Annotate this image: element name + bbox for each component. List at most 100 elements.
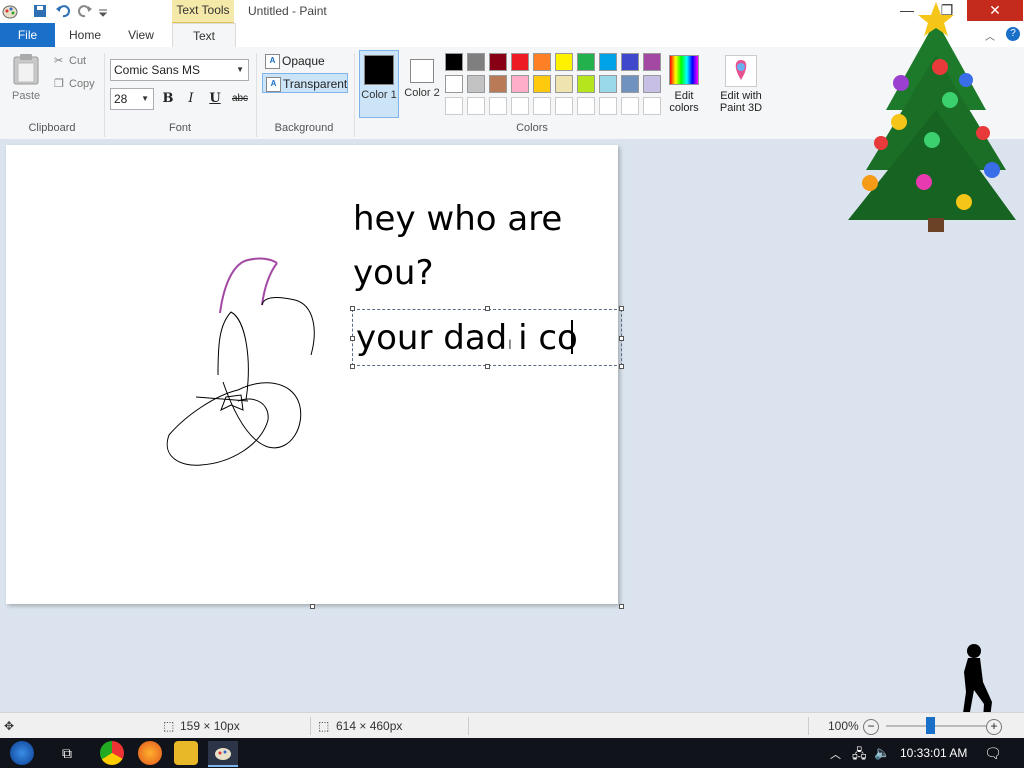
notifications-icon[interactable]: 🗨	[984, 745, 1002, 762]
palette-swatch[interactable]	[599, 53, 617, 71]
palette-swatch[interactable]	[467, 53, 485, 71]
edit-colors-icon[interactable]	[669, 55, 699, 85]
palette-swatch[interactable]	[555, 53, 573, 71]
palette-swatch[interactable]	[533, 75, 551, 93]
paste-button[interactable]: Paste	[12, 90, 40, 102]
custom-color-slot[interactable]	[489, 97, 507, 115]
palette-swatch[interactable]	[467, 75, 485, 93]
window-title: Untitled - Paint	[248, 4, 327, 18]
copy-label: Copy	[69, 78, 95, 90]
chevron-up-icon[interactable]: ︿	[830, 746, 841, 762]
canvas-text-line: hey who are	[353, 199, 563, 239]
drawing-canvas[interactable]: hey who are you?	[6, 145, 618, 604]
palette-swatch[interactable]	[511, 53, 529, 71]
edit-with-paint3d-button[interactable]: Edit with Paint 3D	[713, 90, 769, 114]
palette-swatch[interactable]	[489, 75, 507, 93]
i-beam-cursor-icon: I	[508, 336, 512, 352]
palette-swatch[interactable]	[643, 53, 661, 71]
font-group-label: Font	[168, 122, 191, 134]
resize-handle[interactable]	[350, 306, 355, 311]
tab-home[interactable]: Home	[60, 23, 110, 47]
opaque-option[interactable]: A Opaque	[262, 51, 348, 71]
text-tools-context-tab: Text Tools	[172, 0, 234, 24]
task-view-icon[interactable]: ⧉	[62, 745, 72, 762]
resize-handle[interactable]	[619, 306, 624, 311]
custom-color-slot[interactable]	[599, 97, 617, 115]
file-explorer-icon[interactable]	[174, 741, 198, 765]
opaque-icon: A	[265, 54, 280, 69]
custom-color-slot[interactable]	[555, 97, 573, 115]
color2-label: Color 2	[404, 87, 440, 99]
christmas-tree-decoration	[846, 0, 1016, 243]
zoom-slider-thumb[interactable]	[926, 717, 935, 734]
paint-app-icon[interactable]	[2, 3, 18, 19]
resize-handle[interactable]	[350, 364, 355, 369]
strikethrough-button[interactable]: abc	[228, 89, 252, 109]
canvas-resize-handle[interactable]	[310, 604, 315, 609]
color2-button[interactable]: Color 2	[402, 51, 442, 115]
palette-swatch[interactable]	[533, 53, 551, 71]
zoom-slider-track[interactable]	[886, 725, 986, 727]
redo-icon[interactable]	[77, 3, 93, 19]
edit-colors-button[interactable]: Edit colors	[664, 90, 704, 114]
resize-handle[interactable]	[619, 364, 624, 369]
divider	[310, 717, 311, 735]
save-icon[interactable]	[32, 3, 48, 19]
palette-swatch[interactable]	[621, 53, 639, 71]
font-family-select[interactable]: Comic Sans MS ▼	[110, 59, 249, 81]
tab-text[interactable]: Text	[172, 23, 236, 48]
tab-file[interactable]: File	[0, 23, 55, 47]
italic-button[interactable]: I	[181, 89, 201, 109]
resize-handle[interactable]	[485, 306, 490, 311]
chrome-icon[interactable]	[100, 741, 124, 765]
resize-handle[interactable]	[350, 336, 355, 341]
paint3d-icon[interactable]	[725, 55, 757, 87]
network-icon[interactable]: 🖧	[852, 745, 867, 767]
firefox-icon[interactable]	[138, 741, 162, 765]
transparent-option[interactable]: A Transparent	[262, 73, 348, 93]
customize-quick-access-icon[interactable]	[98, 3, 114, 19]
start-button-icon[interactable]	[10, 741, 34, 765]
tab-view[interactable]: View	[118, 23, 164, 47]
zoom-out-button[interactable]: −	[863, 719, 879, 735]
custom-color-slot[interactable]	[621, 97, 639, 115]
custom-color-slot[interactable]	[643, 97, 661, 115]
clock[interactable]: 10:33:01 AM	[900, 746, 967, 760]
palette-swatch[interactable]	[555, 75, 573, 93]
underline-button[interactable]: U	[205, 89, 225, 109]
zoom-in-button[interactable]: +	[986, 719, 1002, 735]
canvas-text-line: you?	[353, 253, 434, 293]
paste-icon[interactable]	[12, 53, 40, 88]
custom-color-slot[interactable]	[577, 97, 595, 115]
colors-group-label: Colors	[516, 122, 548, 134]
palette-swatch[interactable]	[599, 75, 617, 93]
palette-swatch[interactable]	[577, 75, 595, 93]
custom-color-slot[interactable]	[511, 97, 529, 115]
custom-color-slot[interactable]	[467, 97, 485, 115]
custom-color-slot[interactable]	[445, 97, 463, 115]
custom-color-slot[interactable]	[533, 97, 551, 115]
undo-icon[interactable]	[55, 3, 71, 19]
volume-icon[interactable]: 🔈	[874, 745, 890, 761]
text-cursor	[571, 320, 573, 354]
palette-swatch[interactable]	[643, 75, 661, 93]
chevron-down-icon: ▼	[141, 94, 149, 103]
palette-swatch[interactable]	[577, 53, 595, 71]
palette-swatch[interactable]	[445, 75, 463, 93]
font-size-select[interactable]: 28 ▼	[110, 88, 154, 110]
editing-text[interactable]: your dad i co	[356, 312, 578, 364]
scissors-icon: ✂	[54, 55, 64, 67]
palette-swatch[interactable]	[511, 75, 529, 93]
palette-swatch[interactable]	[445, 53, 463, 71]
resize-handle[interactable]	[485, 364, 490, 369]
resize-handle[interactable]	[619, 336, 624, 341]
canvas-resize-handle[interactable]	[619, 604, 624, 609]
palette-swatch[interactable]	[489, 53, 507, 71]
paint-taskbar-icon[interactable]	[208, 741, 238, 767]
palette-swatch[interactable]	[621, 75, 639, 93]
bold-button[interactable]: B	[158, 89, 178, 109]
color1-button[interactable]: Color 1	[359, 50, 399, 118]
text-edit-box[interactable]: your dad i co I	[352, 309, 622, 366]
status-bar: ✥ ⬚ 159 × 10px ⬚ 614 × 460px 100% − +	[0, 712, 1024, 739]
color1-label: Color 1	[361, 89, 397, 101]
